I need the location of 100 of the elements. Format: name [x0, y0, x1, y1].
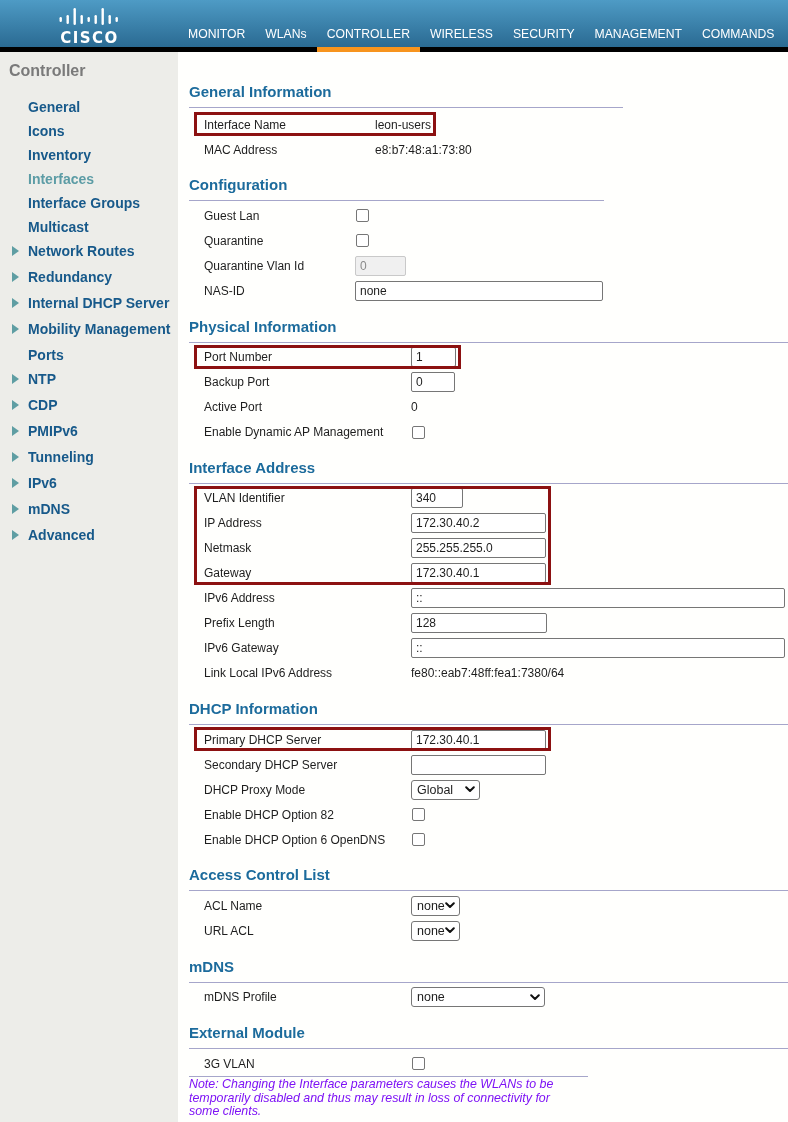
text-field[interactable]: ::	[411, 638, 785, 659]
field-label: Link Local IPv6 Address	[204, 666, 333, 681]
field-label: IPv6 Gateway	[204, 641, 279, 656]
field-label: Enable Dynamic AP Management	[204, 425, 384, 440]
field-label: Secondary DHCP Server	[204, 757, 338, 772]
caret-right-icon	[12, 400, 19, 410]
field-label: VLAN Identifier	[204, 491, 285, 506]
text-field[interactable]: 172.30.40.1	[411, 563, 546, 584]
field-label: Port Number	[204, 350, 273, 365]
chevron-down-icon	[445, 927, 455, 935]
chevron-down-icon	[530, 993, 540, 1001]
sidebar-item[interactable]: NTP	[0, 367, 56, 391]
field-label: Active Port	[204, 400, 263, 415]
sidebar-item[interactable]: CDP	[0, 393, 58, 417]
checkbox[interactable]	[412, 808, 425, 822]
field-label: Quarantine Vlan Id	[204, 258, 305, 273]
sidebar-item[interactable]: PMIPv6	[0, 419, 78, 443]
text-field[interactable]: 340	[411, 488, 463, 509]
dropdown[interactable]: none	[411, 921, 460, 941]
sidebar-item[interactable]: Icons	[0, 119, 65, 143]
section-heading: Access Control List	[189, 866, 330, 884]
text-field[interactable]: ::	[411, 588, 785, 609]
field-label: Interface Name	[204, 117, 287, 132]
sidebar-item[interactable]: Advanced	[0, 523, 95, 547]
caret-right-icon	[12, 324, 19, 334]
caret-right-icon	[12, 478, 19, 488]
section-heading: Configuration	[189, 176, 288, 194]
text-field[interactable]: 1	[411, 347, 456, 368]
section-heading: External Module	[189, 1024, 305, 1042]
caret-right-icon	[12, 246, 19, 256]
checkbox[interactable]	[356, 209, 369, 223]
text-field[interactable]	[411, 754, 546, 775]
section-heading: Physical Information	[189, 317, 337, 335]
field-label: 3G VLAN	[204, 1056, 255, 1071]
text-field[interactable]: 172.30.40.1	[411, 729, 546, 750]
checkbox[interactable]	[412, 1057, 425, 1071]
field-label: Quarantine	[204, 233, 264, 248]
field-label: Gateway	[204, 566, 252, 581]
field-label: Enable DHCP Option 82	[204, 807, 334, 822]
nav-tab[interactable]: WLANs	[255, 27, 317, 52]
sidebar-item[interactable]: Interface Groups	[0, 191, 141, 215]
sidebar-title: Controller	[8, 61, 86, 81]
sidebar-item[interactable]: Network Routes	[0, 239, 135, 263]
sidebar-item[interactable]: Redundancy	[0, 265, 112, 289]
caret-right-icon	[12, 374, 19, 384]
sidebar-item[interactable]: Ports	[0, 343, 64, 367]
sidebar-item[interactable]: IPv6	[0, 471, 57, 495]
caret-right-icon	[12, 298, 19, 308]
field-label: Prefix Length	[204, 616, 275, 631]
field-value: leon-users	[375, 117, 432, 132]
field-label: MAC Address	[204, 142, 278, 157]
text-field[interactable]: none	[355, 280, 603, 301]
field-label: mDNS Profile	[204, 990, 277, 1005]
field-label: Netmask	[204, 541, 252, 556]
logo-text: CISCO	[60, 30, 119, 47]
sidebar-item[interactable]: Mobility Management	[0, 317, 171, 341]
dropdown[interactable]: none	[411, 987, 545, 1008]
nav-tab[interactable]: MANAGEMENT	[584, 27, 692, 52]
sidebar-item[interactable]: Inventory	[0, 143, 91, 167]
field-label: IPv6 Address	[204, 591, 275, 606]
field-value: 0	[411, 400, 418, 415]
field-label: Primary DHCP Server	[204, 732, 322, 747]
field-label: Backup Port	[204, 375, 270, 390]
checkbox[interactable]	[356, 234, 369, 248]
note-text: Note: Changing the Interface parameters causes the WLANs to be temporarily disabled and thus may result in loss of connectivity for some clients.	[189, 1078, 555, 1119]
caret-right-icon	[12, 272, 19, 282]
nav-tab[interactable]: COMMANDS	[691, 27, 785, 52]
text-field[interactable]: 172.30.40.2	[411, 513, 546, 534]
caret-right-icon	[12, 426, 19, 436]
field-label: URL ACL	[204, 924, 254, 938]
text-field[interactable]: 255.255.255.0	[411, 538, 546, 559]
bars-logo-icon	[58, 7, 120, 26]
nav-tab[interactable]: SECURITY	[502, 27, 585, 52]
field-value: fe80::eab7:48ff:fea1:7380/64	[411, 666, 565, 681]
sidebar-item[interactable]: mDNS	[0, 497, 70, 521]
section-heading: mDNS	[189, 957, 234, 975]
field-label: ACL Name	[204, 899, 263, 913]
text-field[interactable]: 128	[411, 613, 547, 634]
field-label: DHCP Proxy Mode	[204, 782, 306, 797]
chevron-down-icon	[465, 786, 475, 794]
sidebar-item[interactable]: Multicast	[0, 215, 89, 239]
checkbox[interactable]	[412, 425, 425, 439]
section-heading: General Information	[189, 83, 332, 100]
dropdown[interactable]: Global	[411, 779, 480, 800]
sidebar-item[interactable]: General	[0, 95, 81, 119]
caret-right-icon	[12, 452, 19, 462]
caret-right-icon	[12, 530, 19, 540]
text-field[interactable]: 0	[411, 372, 455, 393]
section-heading: DHCP Information	[189, 700, 318, 718]
caret-right-icon	[12, 504, 19, 514]
section-heading: Interface Address	[189, 458, 316, 476]
sidebar-item[interactable]: Tunneling	[0, 445, 94, 469]
chevron-down-icon	[445, 902, 455, 910]
nav-tab[interactable]: MONITOR	[178, 27, 256, 52]
field-value: e8:b7:48:a1:73:80	[375, 142, 472, 157]
field-label: NAS-ID	[204, 283, 245, 298]
dropdown[interactable]: none	[411, 896, 460, 916]
checkbox[interactable]	[412, 833, 425, 847]
sidebar-item[interactable]: Internal DHCP Server	[0, 291, 170, 315]
nav-tab[interactable]: WIRELESS	[419, 27, 503, 52]
